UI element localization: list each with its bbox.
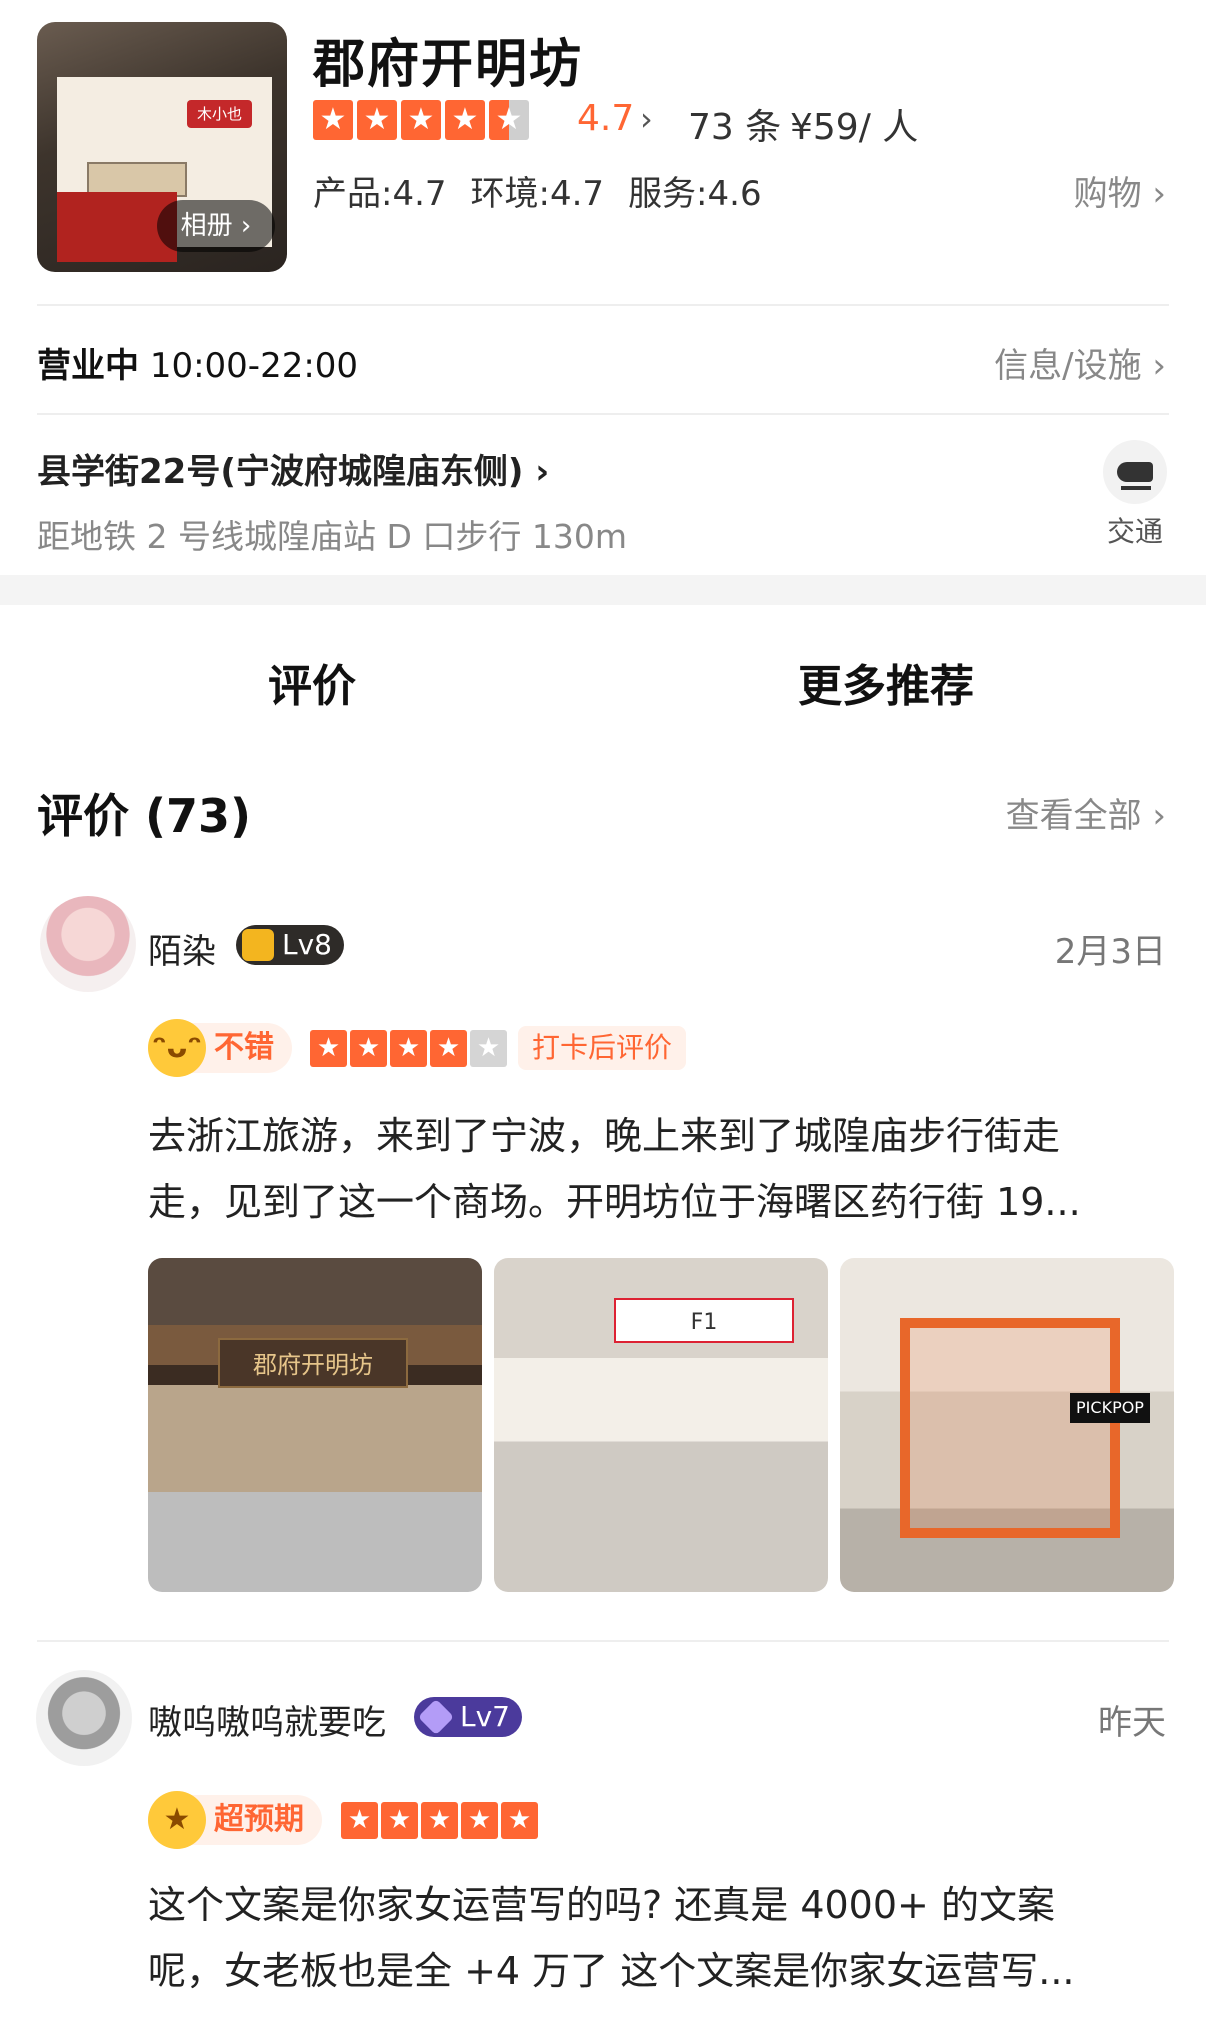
address-link[interactable]: 县学街22号(宁波府城隍庙东侧) › [37, 444, 549, 493]
grin-face-icon: ᵔᴗᵔ [148, 1019, 206, 1077]
mood-label: 不错 [214, 1030, 274, 1065]
subway-distance: 距地铁 2 号线城隍庙站 D 口步行 130m [37, 517, 627, 556]
shop-header: 木小也 相册 › 郡府开明坊 ★ ★ ★ ★ ★ 4.7 › 73 条 ¥59/… [0, 0, 1206, 575]
display-booth [900, 1318, 1120, 1538]
shop-name: 郡府开明坊 [313, 35, 584, 95]
user-level: Lv7 [460, 1700, 510, 1733]
user-level: Lv8 [282, 928, 332, 961]
star-icon: ★ [401, 100, 441, 140]
booth-sign: PICKPOP [1070, 1393, 1150, 1423]
product-score: 产品:4.7 [313, 174, 447, 214]
star-icon: ★ [421, 1802, 458, 1839]
review-photo[interactable]: PICKPOP [840, 1258, 1174, 1592]
environment-score: 环境:4.7 [470, 174, 605, 214]
user-level-badge: Lv7 [414, 1697, 522, 1737]
category-link[interactable]: 购物 › [1074, 166, 1166, 215]
star-icon: ★ [310, 1030, 347, 1067]
star-icon: ★ [350, 1030, 387, 1067]
user-level-badge: Lv8 [236, 925, 344, 965]
mood-label: 超预期 [214, 1802, 304, 1837]
divider [37, 304, 1169, 306]
section-gap [0, 575, 1206, 605]
review-count: 73 条 [688, 107, 782, 148]
rating-value[interactable]: 4.7 [577, 98, 634, 139]
crown-icon [242, 929, 274, 961]
tab-reviews[interactable]: 评价 [268, 650, 356, 720]
empty-star-icon: ★ [470, 1030, 507, 1067]
storefront-sign: 木小也 [187, 100, 252, 128]
shop-cover-photo[interactable]: 木小也 相册 › [37, 22, 287, 272]
rating-stars: ★ ★ ★ ★ ★ [313, 100, 529, 140]
view-all-reviews-link[interactable]: 查看全部 › [1006, 788, 1166, 837]
hours-value: 10:00-22:00 [149, 346, 359, 386]
tab-more-recommendations[interactable]: 更多推荐 [798, 650, 974, 714]
content-tabs: 评价 更多推荐 [0, 605, 1206, 755]
review-text[interactable]: 去浙江旅游，来到了宁波，晚上来到了城隍庙步行街走 走，见到了这一个商场。开明坊位… [148, 1103, 1168, 1235]
reviewer-name[interactable]: 嗷呜嗷呜就要吃 [148, 1695, 386, 1744]
info-facilities-link[interactable]: 信息/设施 › [994, 338, 1166, 387]
storefront-signboard: 郡府开明坊 [218, 1338, 408, 1388]
review-text[interactable]: 这个文案是你家女运营写的吗? 还真是 4000+ 的文案 呢，女老板也是全 +4… [148, 1872, 1168, 2004]
mood-tag: ᵔᴗᵔ 不错 [148, 1019, 292, 1077]
star-icon: ★ [341, 1802, 378, 1839]
star-icon: ★ [445, 100, 485, 140]
review-stars: ★ ★ ★ ★ ★ [310, 1030, 507, 1067]
avatar[interactable] [36, 1670, 132, 1766]
star-icon: ★ [461, 1802, 498, 1839]
price-per-person: ¥59/ 人 [790, 107, 919, 148]
star-icon: ★ [357, 100, 397, 140]
reviews-section-title: 评价 (73) [37, 789, 252, 843]
review-text-line: 走，见到了这一个商场。开明坊位于海曙区药行街 19... [148, 1180, 1081, 1224]
review-photo[interactable]: F1 [494, 1258, 828, 1592]
review-photo[interactable]: 郡府开明坊 [148, 1258, 482, 1592]
floor-sign: F1 [614, 1298, 794, 1343]
star-icon: ★ [381, 1802, 418, 1839]
review-text-line: 这个文案是你家女运营写的吗? 还真是 4000+ 的文案 [148, 1883, 1055, 1927]
divider [37, 1640, 1169, 1642]
avatar[interactable] [40, 896, 136, 992]
transit-button[interactable]: 交通 [1100, 440, 1170, 550]
half-star-icon: ★ [489, 100, 529, 140]
transit-label: 交通 [1106, 515, 1163, 548]
star-icon: ★ [390, 1030, 427, 1067]
transit-icon [1103, 440, 1167, 504]
sub-scores: 产品:4.7 环境:4.7 服务:4.6 [313, 166, 762, 215]
checkin-review-tag: 打卡后评价 [518, 1026, 687, 1070]
star-icon: ★ [501, 1802, 538, 1839]
reviewer-name[interactable]: 陌染 [148, 924, 216, 973]
review-stars: ★ ★ ★ ★ ★ [341, 1802, 538, 1839]
review-text-line: 呢，女老板也是全 +4 万了 这个文案是你家女运营写... [148, 1949, 1075, 1993]
open-status: 营业中 [37, 346, 139, 386]
review-date: 昨天 [1098, 1703, 1166, 1743]
mood-tag: ★ 超预期 [148, 1791, 322, 1849]
review-date: 2月3日 [1054, 932, 1166, 972]
album-button[interactable]: 相册 › [157, 200, 275, 252]
service-score: 服务:4.6 [628, 174, 762, 214]
star-struck-face-icon: ★ [148, 1791, 206, 1849]
rating-chevron-icon[interactable]: › [640, 100, 653, 138]
star-icon: ★ [313, 100, 353, 140]
divider [37, 413, 1169, 415]
diamond-icon [417, 1698, 455, 1736]
star-icon: ★ [430, 1030, 467, 1067]
review-text-line: 去浙江旅游，来到了宁波，晚上来到了城隍庙步行街走 [148, 1114, 1061, 1158]
business-hours: 营业中 10:00-22:00 [37, 338, 358, 387]
